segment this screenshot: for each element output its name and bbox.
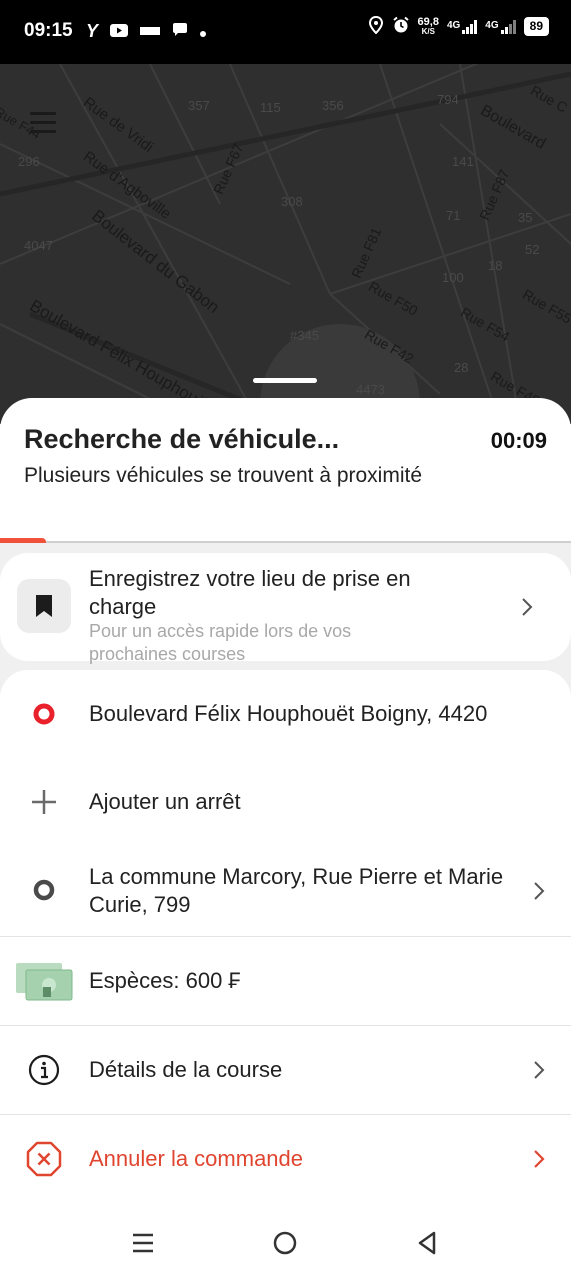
- app-notification-icon: [140, 24, 161, 40]
- battery-indicator: 89: [523, 17, 549, 36]
- youtube-icon: [110, 23, 129, 40]
- chevron-right-icon: [522, 598, 533, 616]
- network-type-2: 4G: [485, 19, 499, 31]
- signal-bars-icon: [462, 19, 478, 34]
- cancel-order-row[interactable]: Annuler la commande: [0, 1115, 571, 1203]
- signal-1: 4G: [446, 19, 478, 34]
- dot-icon: [200, 24, 207, 40]
- location-icon: [368, 15, 384, 37]
- map-number: 296: [18, 154, 40, 169]
- chevron-right-icon: [534, 1150, 545, 1168]
- ride-details-row[interactable]: Détails de la course: [0, 1026, 571, 1114]
- status-bar: 09:15 Y 69,8 K/S 4G 4G 89: [0, 0, 571, 64]
- map-number: 100: [442, 270, 464, 285]
- ride-details-label: Détails de la course: [89, 1057, 283, 1082]
- add-stop-row[interactable]: Ajouter un arrêt: [0, 758, 571, 846]
- map-number: 308: [281, 194, 303, 209]
- yango-icon: Y: [86, 21, 99, 41]
- map-number: 794: [437, 92, 459, 107]
- speed-unit: K/S: [421, 26, 435, 36]
- map-number: 71: [446, 208, 461, 223]
- bookmark-icon: [36, 595, 52, 617]
- save-pickup-card[interactable]: Enregistrez votre lieu de prise en charg…: [0, 553, 571, 664]
- home-icon[interactable]: [273, 1231, 297, 1255]
- sheet-drag-handle[interactable]: [253, 378, 317, 383]
- map-number: #345: [290, 328, 319, 343]
- save-pickup-subtitle: Pour un accès rapide lors de vos prochai…: [89, 621, 352, 664]
- payment-method: Espèces: 600 ₣: [89, 968, 241, 993]
- map-number: 4473: [356, 382, 385, 397]
- bookmark-icon-box: [17, 579, 71, 633]
- status-time: 09:15: [24, 20, 73, 41]
- map-number: 28: [454, 360, 469, 375]
- map-number: 356: [322, 98, 344, 113]
- chevron-right-icon: [534, 1061, 545, 1079]
- map-number: 4047: [24, 238, 53, 253]
- save-pickup-title: Enregistrez votre lieu de prise en charg…: [89, 566, 411, 619]
- map-number: 18: [488, 258, 503, 273]
- signal-bars-icon: [500, 19, 516, 34]
- back-icon[interactable]: [416, 1231, 438, 1255]
- destination-row[interactable]: La commune Marcory, Rue Pierre et Marie …: [0, 846, 571, 936]
- search-status-title: Recherche de véhicule...: [24, 424, 340, 454]
- status-right: 69,8 K/S 4G 4G 89: [368, 15, 549, 37]
- cancel-icon: [26, 1141, 62, 1177]
- map-number: 357: [188, 98, 210, 113]
- map[interactable]: Rue de Vridi Rue d'Agboville Boulevard d…: [0, 64, 571, 424]
- info-icon: [28, 1054, 60, 1086]
- system-nav-bar: [0, 1196, 571, 1280]
- map-number: 115: [260, 100, 281, 115]
- destination-address: La commune Marcory, Rue Pierre et Marie …: [89, 864, 504, 917]
- bottom-sheet: Recherche de véhicule... 00:09 Plusieurs…: [0, 398, 571, 1282]
- recent-apps-icon[interactable]: [131, 1232, 155, 1254]
- destination-point-icon: [33, 879, 55, 901]
- chat-icon: [172, 23, 188, 40]
- chevron-right-icon: [534, 882, 545, 900]
- menu-icon-line: [30, 112, 56, 115]
- cash-icon: [16, 963, 73, 1001]
- alarm-icon: [392, 16, 410, 37]
- search-status-subtitle: Plusieurs véhicules se trouvent à proxim…: [24, 464, 423, 487]
- search-timer: 00:09: [490, 428, 547, 453]
- route-card: Boulevard Félix Houphouët Boigny, 4420 A…: [0, 670, 571, 1282]
- pickup-row[interactable]: Boulevard Félix Houphouët Boigny, 4420: [0, 670, 571, 758]
- pickup-address: Boulevard Félix Houphouët Boigny, 4420: [89, 701, 488, 726]
- pickup-point-icon: [33, 703, 55, 725]
- cancel-order-label: Annuler la commande: [89, 1146, 304, 1171]
- speed-value: 69,8: [417, 15, 439, 28]
- map-number: 52: [525, 242, 540, 257]
- notification-icons: Y: [86, 21, 207, 42]
- map-number: 35: [518, 210, 533, 225]
- network-speed: 69,8 K/S: [417, 15, 439, 37]
- map-number: 141: [452, 154, 474, 169]
- signal-2: 4G: [485, 19, 516, 34]
- network-type-1: 4G: [446, 19, 461, 31]
- payment-row[interactable]: Espèces: 600 ₣: [0, 937, 571, 1025]
- plus-icon: [32, 790, 56, 814]
- add-stop-label: Ajouter un arrêt: [89, 789, 241, 814]
